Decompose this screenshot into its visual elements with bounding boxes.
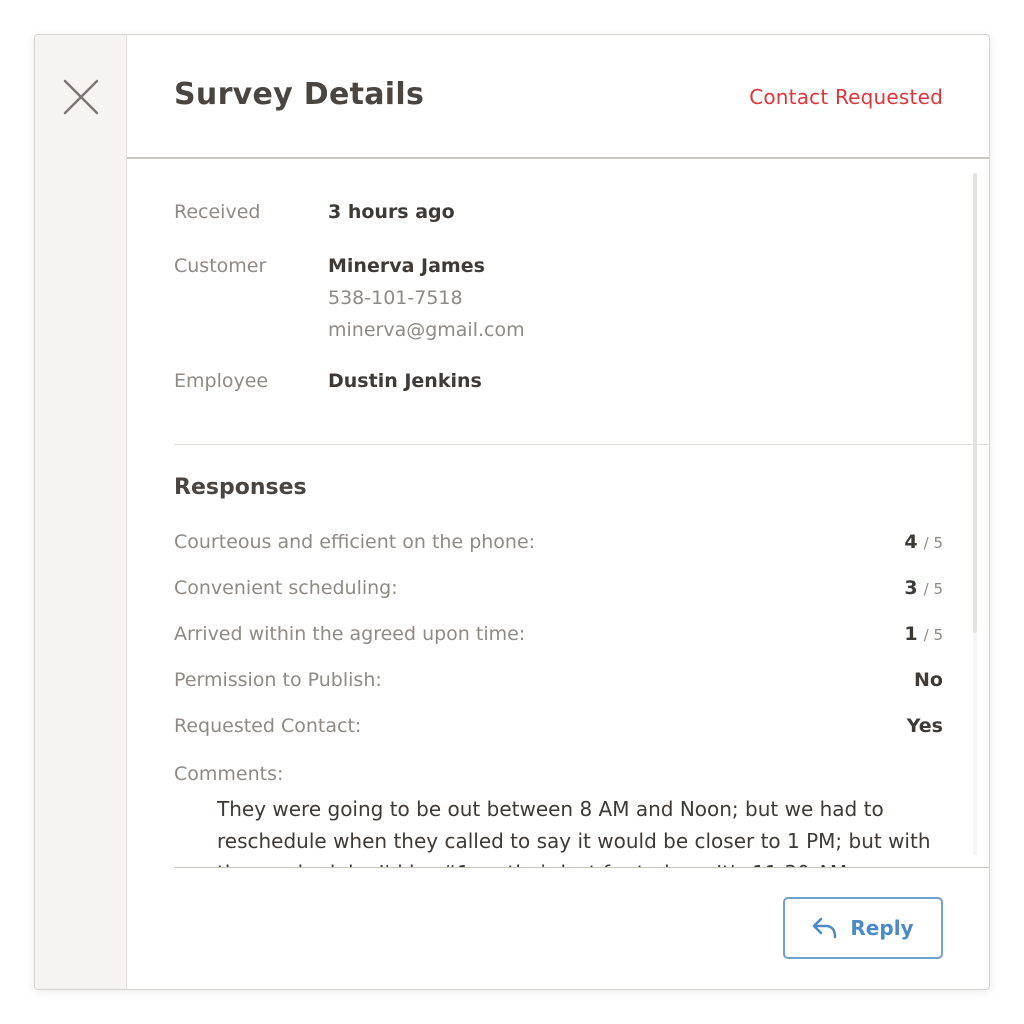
- details-scroll-area[interactable]: Received 3 hours ago Customer Minerva Ja…: [127, 161, 989, 867]
- response-row: Arrived within the agreed upon time: 1 /…: [174, 623, 943, 651]
- scrollbar[interactable]: [973, 173, 977, 855]
- response-score: 1 / 5: [904, 623, 943, 645]
- received-value: 3 hours ago: [328, 201, 455, 223]
- scrollbar-thumb[interactable]: [973, 173, 977, 633]
- customer-name: Minerva James: [328, 255, 485, 277]
- customer-email: minerva@gmail.com: [328, 319, 525, 341]
- response-question: Permission to Publish:: [174, 669, 382, 691]
- close-icon: [63, 79, 99, 115]
- employee-name: Dustin Jenkins: [328, 370, 482, 392]
- reply-button[interactable]: Reply: [783, 897, 943, 959]
- response-row: Convenient scheduling: 3 / 5: [174, 577, 943, 605]
- answer-value: No: [914, 669, 943, 691]
- response-question: Arrived within the agreed upon time:: [174, 623, 526, 645]
- answer-value: Yes: [906, 715, 943, 737]
- status-badge: Contact Requested: [749, 85, 943, 109]
- close-button[interactable]: [59, 75, 103, 119]
- score-max: / 5: [923, 626, 943, 644]
- responses-title: Responses: [174, 475, 307, 500]
- response-row: Requested Contact: Yes: [174, 715, 943, 743]
- reply-label: Reply: [850, 916, 914, 940]
- response-score: 4 / 5: [904, 531, 943, 553]
- response-score: 3 / 5: [904, 577, 943, 599]
- main-content: Survey Details Contact Requested Receive…: [127, 35, 989, 989]
- response-row: Courteous and efficient on the phone: 4 …: [174, 531, 943, 559]
- section-divider: [174, 444, 989, 445]
- response-question: Courteous and efficient on the phone:: [174, 531, 536, 553]
- comments-text: They were going to be out between 8 AM a…: [217, 797, 931, 867]
- response-question: Convenient scheduling:: [174, 577, 398, 599]
- score-value: 1: [904, 623, 918, 645]
- comments-label: Comments:: [174, 763, 284, 785]
- response-answer: No: [914, 669, 943, 691]
- customer-label: Customer: [174, 255, 267, 277]
- footer-divider: [174, 867, 989, 868]
- panel-header: Survey Details Contact Requested: [127, 35, 989, 159]
- received-label: Received: [174, 201, 261, 223]
- reply-arrow-icon: [813, 917, 837, 939]
- employee-label: Employee: [174, 370, 269, 392]
- score-value: 4: [904, 531, 918, 553]
- score-max: / 5: [923, 534, 943, 552]
- customer-phone: 538-101-7518: [328, 287, 463, 309]
- side-rail: [35, 35, 127, 989]
- score-max: / 5: [923, 580, 943, 598]
- page-title: Survey Details: [174, 77, 425, 112]
- score-value: 3: [904, 577, 918, 599]
- response-question: Requested Contact:: [174, 715, 362, 737]
- response-row: Permission to Publish: No: [174, 669, 943, 697]
- survey-details-panel: Survey Details Contact Requested Receive…: [34, 34, 990, 990]
- response-answer: Yes: [907, 715, 943, 737]
